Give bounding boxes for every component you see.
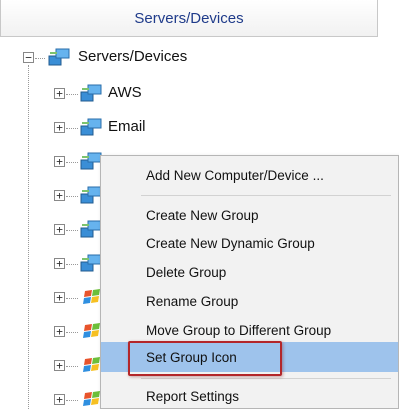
menu-item-label: Create New Dynamic Group [146,235,315,251]
expand-icon[interactable]: + [54,292,65,303]
server-group-icon [80,118,102,136]
tree-connector [66,94,78,95]
server-group-icon [80,254,102,272]
tree-connector [66,366,78,367]
tree-connector [66,128,78,129]
expand-icon[interactable]: + [54,360,65,371]
tree-connector [66,332,78,333]
menu-item-create-new-group[interactable]: Create New Group [101,201,398,229]
menu-item-label: Delete Group [146,264,227,280]
tree-node-label[interactable]: Servers/Devices [78,48,187,65]
menu-separator [141,378,391,379]
expand-icon[interactable]: + [54,122,65,133]
tree-node-label[interactable]: AWS [108,84,142,101]
menu-item-add-new-computer-device[interactable]: Add New Computer/Device ... [101,161,398,189]
expand-icon[interactable]: + [54,326,65,337]
server-group-icon [80,152,102,170]
expand-icon[interactable]: + [54,224,65,235]
context-menu: Add New Computer/Device ... Create New G… [100,155,399,409]
tree-connector [66,196,78,197]
menu-item-label: Create New Group [146,207,259,223]
menu-item-create-new-dynamic-group[interactable]: Create New Dynamic Group [101,229,398,257]
menu-item-move-group[interactable]: Move Group to Different Group [101,316,398,344]
panel-header: Servers/Devices [0,0,378,37]
server-group-icon [80,84,102,102]
server-group-icon [80,220,102,238]
tree-connector [66,298,78,299]
menu-item-label: Rename Group [146,293,239,309]
tree-node-root[interactable]: − Servers/Devices [0,39,399,75]
tree-node[interactable]: + AWS [0,75,399,111]
menu-item-label: Report Settings [146,388,240,404]
callout-highlight-box [128,341,282,376]
menu-item-label: Move Group to Different Group [146,322,332,338]
expand-icon[interactable]: + [54,394,65,405]
collapse-icon[interactable]: − [23,52,34,63]
menu-separator [141,195,391,196]
tree-connector [66,162,78,163]
server-group-icon [80,186,102,204]
tree-node-label[interactable]: Email [108,118,146,135]
expand-icon[interactable]: + [54,190,65,201]
expand-icon[interactable]: + [54,156,65,167]
menu-item-delete-group[interactable]: Delete Group [101,258,398,286]
tree-connector [66,230,78,231]
panel-title: Servers/Devices [134,9,244,27]
expand-icon[interactable]: + [54,258,65,269]
expand-icon[interactable]: + [54,88,65,99]
tree-connector [66,400,78,401]
menu-item-report-settings[interactable]: Report Settings [101,382,398,409]
tree-connector [35,58,45,59]
menu-item-rename-group[interactable]: Rename Group [101,287,398,315]
menu-item-label: Add New Computer/Device ... [146,167,324,183]
tree-node[interactable]: + Email [0,109,399,145]
server-group-icon [48,48,70,66]
tree-connector [66,264,78,265]
